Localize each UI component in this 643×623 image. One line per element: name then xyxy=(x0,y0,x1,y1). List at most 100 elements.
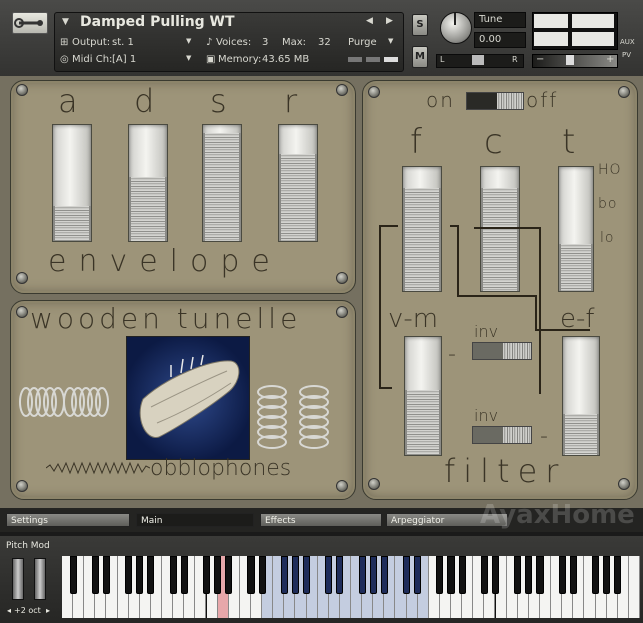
collapse-arrow-icon[interactable]: ▼ xyxy=(62,17,69,27)
mod-wheel[interactable] xyxy=(34,558,46,600)
black-key[interactable] xyxy=(258,556,266,594)
voices-icon: ♪ xyxy=(206,37,213,48)
black-key[interactable] xyxy=(214,556,222,594)
black-key[interactable] xyxy=(247,556,255,594)
black-key[interactable] xyxy=(302,556,311,594)
velocity-mod-slider[interactable] xyxy=(404,336,442,456)
purge-meter-2 xyxy=(366,57,380,62)
wrench-icon[interactable] xyxy=(12,12,48,34)
black-key[interactable] xyxy=(325,556,333,594)
ef-spring xyxy=(563,413,599,455)
black-key[interactable] xyxy=(69,556,77,594)
switch-handle xyxy=(473,343,503,359)
black-key[interactable] xyxy=(403,556,411,594)
black-key[interactable] xyxy=(102,556,110,594)
tune-knob[interactable] xyxy=(440,12,472,44)
white-key[interactable] xyxy=(628,556,640,618)
black-key[interactable] xyxy=(369,556,377,594)
sustain-slider[interactable] xyxy=(202,124,242,242)
black-key[interactable] xyxy=(614,556,622,594)
black-key[interactable] xyxy=(536,556,544,594)
output-value[interactable]: st. 1 xyxy=(112,37,134,48)
instrument-title[interactable]: Damped Pulling WT xyxy=(80,14,235,30)
black-key[interactable] xyxy=(380,556,388,594)
black-key[interactable] xyxy=(147,556,155,594)
volume-minus-icon[interactable]: − xyxy=(536,54,544,65)
screw xyxy=(336,480,348,492)
black-key[interactable] xyxy=(591,556,600,594)
freq-label: f xyxy=(410,122,422,162)
sustain-label: s xyxy=(210,82,227,120)
octave-down-icon[interactable]: ◂ xyxy=(7,606,11,615)
black-key[interactable] xyxy=(436,556,444,594)
black-key[interactable] xyxy=(136,556,144,594)
volume-handle[interactable] xyxy=(566,55,574,65)
prev-instrument-icon[interactable]: ◀ xyxy=(366,16,373,26)
black-key[interactable] xyxy=(458,556,466,594)
output-icon: ⊞ xyxy=(60,37,69,48)
output-dropdown-icon[interactable]: ▼ xyxy=(186,37,191,45)
black-key[interactable] xyxy=(491,556,500,594)
black-key[interactable] xyxy=(225,556,233,594)
ef-invert-switch[interactable] xyxy=(472,426,532,444)
black-key[interactable] xyxy=(291,556,299,594)
attack-slider[interactable] xyxy=(52,124,92,242)
filter-on-off-switch[interactable] xyxy=(466,92,524,110)
switch-handle xyxy=(467,93,497,109)
tab-main[interactable]: Main xyxy=(136,513,254,527)
release-slider[interactable] xyxy=(278,124,318,242)
next-instrument-icon[interactable]: ▶ xyxy=(386,16,393,26)
black-key[interactable] xyxy=(180,556,188,594)
purge-dropdown-icon[interactable]: ▼ xyxy=(388,37,393,45)
midi-channel-value[interactable]: [A] 1 xyxy=(112,54,136,65)
screw xyxy=(368,86,380,98)
level-meter-left-bar-a xyxy=(534,14,568,28)
vm-invert-switch[interactable] xyxy=(472,342,532,360)
env-filter-slider[interactable] xyxy=(562,336,600,456)
decay-slider[interactable] xyxy=(128,124,168,242)
piano-keyboard[interactable] xyxy=(62,556,640,618)
octave-up-icon[interactable]: ▸ xyxy=(46,606,50,615)
black-key[interactable] xyxy=(280,556,288,594)
black-key[interactable] xyxy=(125,556,133,594)
purge-button[interactable]: Purge xyxy=(348,37,377,48)
instrument-name: wooden tunelle xyxy=(30,302,302,335)
filter-type-highpass[interactable]: HO xyxy=(598,162,622,178)
black-key[interactable] xyxy=(336,556,344,594)
black-key[interactable] xyxy=(447,556,455,594)
black-key[interactable] xyxy=(514,556,522,594)
black-key[interactable] xyxy=(91,556,99,594)
tab-effects[interactable]: Effects xyxy=(260,513,382,527)
black-key[interactable] xyxy=(202,556,211,594)
purge-meter-3 xyxy=(384,57,398,62)
tab-settings[interactable]: Settings xyxy=(6,513,130,527)
black-key[interactable] xyxy=(569,556,577,594)
pan-handle[interactable] xyxy=(472,55,484,65)
pitch-wheel[interactable] xyxy=(12,558,24,600)
vm-dash: - xyxy=(448,342,456,367)
midi-icon: ◎ xyxy=(60,54,69,65)
screw xyxy=(618,86,630,98)
black-key[interactable] xyxy=(169,556,177,594)
filter-on-label: on xyxy=(426,88,455,112)
max-voices-value[interactable]: 32 xyxy=(318,37,331,48)
black-key[interactable] xyxy=(525,556,533,594)
solo-button[interactable]: S xyxy=(412,14,428,36)
sustain-spring xyxy=(203,133,241,241)
memory-value: 43.65 MB xyxy=(262,54,310,65)
black-key[interactable] xyxy=(603,556,611,594)
black-key[interactable] xyxy=(414,556,422,594)
tune-label: Tune xyxy=(474,12,526,28)
volume-plus-icon[interactable]: + xyxy=(606,54,614,65)
coil-spring-decoration xyxy=(62,384,116,420)
aux-label[interactable]: AUX xyxy=(620,38,635,46)
mute-button[interactable]: M xyxy=(412,46,428,68)
midi-dropdown-icon[interactable]: ▼ xyxy=(186,54,191,62)
filter-type-bandpass[interactable]: bo xyxy=(598,196,617,212)
pv-label[interactable]: PV xyxy=(622,51,631,59)
black-key[interactable] xyxy=(558,556,566,594)
black-key[interactable] xyxy=(358,556,366,594)
tune-value[interactable]: 0.00 xyxy=(474,32,526,48)
black-key[interactable] xyxy=(480,556,488,594)
release-label: r xyxy=(284,82,298,120)
